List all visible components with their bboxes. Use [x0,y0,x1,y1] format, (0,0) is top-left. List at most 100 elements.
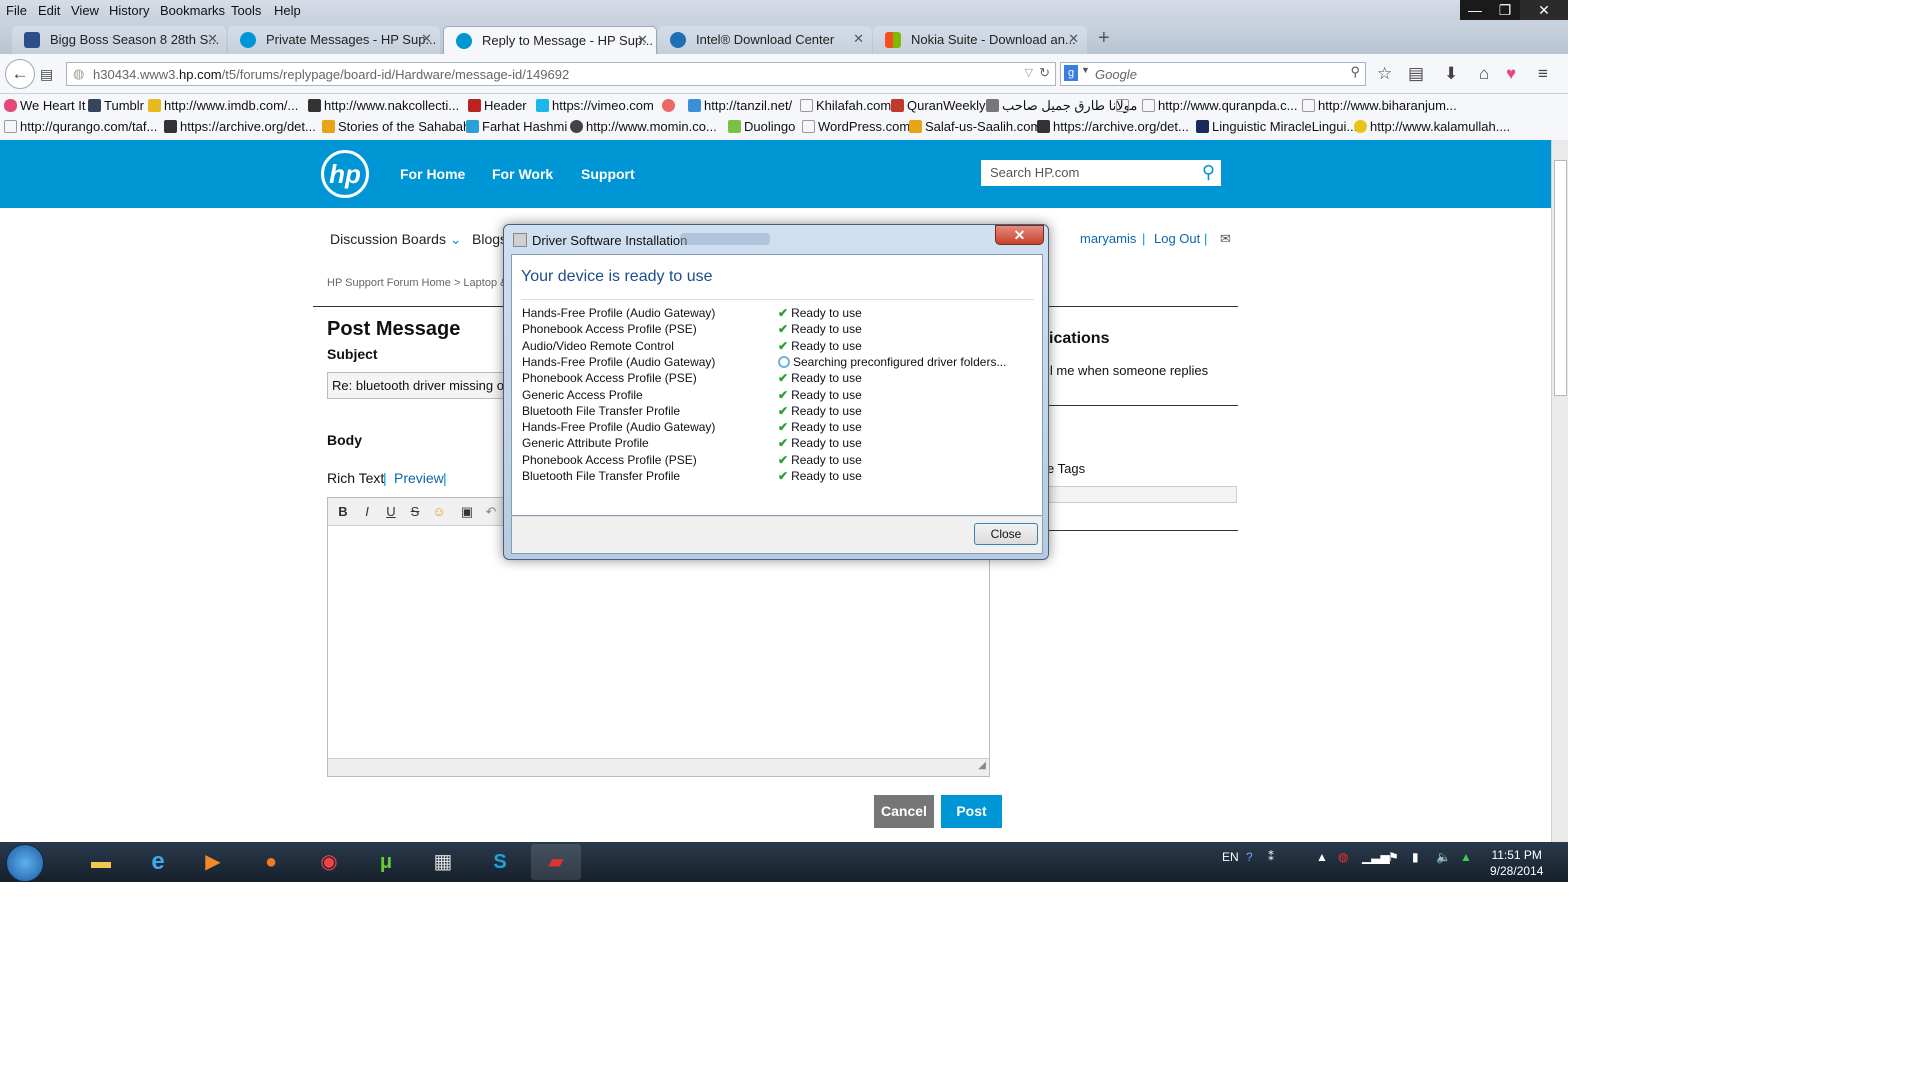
bookmark-item[interactable]: QuranWeekly [891,98,986,113]
bookmark-item[interactable]: We Heart It [4,98,86,113]
bookmark-item[interactable]: Stories of the Sahabah [322,119,470,134]
engine-dropdown-icon[interactable]: ▼ [1081,65,1090,75]
chrome-icon[interactable]: ◉ [304,844,354,880]
tab-close-icon[interactable]: ✕ [421,31,432,47]
show-hidden-icons[interactable]: ▲ [1316,850,1328,864]
battery-icon[interactable]: ▮ [1412,850,1419,864]
tab-close-icon[interactable]: ✕ [853,31,864,47]
search-input[interactable]: Google g ▼ ⚲ [1060,62,1366,86]
rich-text-tab[interactable]: Rich Text [327,470,384,486]
beats-audio-icon[interactable]: ◍ [1338,850,1348,864]
skype-icon[interactable]: S [475,844,525,880]
home-icon[interactable]: ⌂ [1479,64,1489,84]
ime-icon[interactable]: ⁑ [1268,850,1274,864]
bookmark-item[interactable]: http://www.biharanjum... [1302,98,1457,113]
signal-icon[interactable]: ▁▃▅ [1362,850,1390,864]
scrollbar-thumb[interactable] [1554,160,1567,396]
media-player-icon[interactable]: ▶ [188,844,238,880]
bookmark-item[interactable]: مولانا طارق جمیل صاحب [986,98,1137,114]
post-button[interactable]: Post [941,795,1002,828]
dropdown-icon[interactable]: ▽ [1025,66,1033,79]
dialog-close-button[interactable]: ✕ [995,225,1044,245]
bookmark-item[interactable]: Duolingo [728,119,795,134]
cancel-button[interactable]: Cancel [874,795,934,828]
hp-logo[interactable]: hp [321,150,369,198]
bookmark-item[interactable]: http://www.kalamullah.... [1354,119,1510,134]
help-icon[interactable]: ? [1246,850,1253,864]
bookmarks-list-icon[interactable]: ▤ [1408,64,1424,84]
bookmark-item[interactable]: WordPress.com [802,119,910,134]
window-close-button[interactable]: ✕ [1520,0,1568,20]
tab-bigg-boss[interactable]: Bigg Boss Season 8 28th S... ✕ [12,26,226,54]
menu-history[interactable]: History [109,3,149,18]
tab-close-icon[interactable]: ✕ [637,32,648,48]
undo-icon[interactable]: ↶ [480,502,502,522]
menu-file[interactable]: File [6,3,27,18]
italic-icon[interactable]: I [356,502,378,522]
bookmark-item[interactable] [1116,98,1132,113]
start-button[interactable] [6,844,44,882]
firefox-icon[interactable]: ● [246,844,296,880]
downloads-icon[interactable]: ⬇ [1444,64,1458,84]
menu-bookmarks[interactable]: Bookmarks [160,3,225,18]
tab-reply-to-message[interactable]: Reply to Message - HP Sup... ✕ [443,26,657,54]
email-me-option[interactable]: il me when someone replies [1047,363,1208,378]
blogs-link[interactable]: Blogs [472,231,507,247]
bookmark-item[interactable]: https://vimeo.com [536,98,654,113]
menu-help[interactable]: Help [274,3,301,18]
page-grid-icon[interactable]: ▤ [40,66,53,83]
discussion-boards-menu[interactable]: Discussion Boards ⌄ [330,231,462,248]
bookmark-item[interactable]: http://www.imdb.com/... [148,98,298,113]
bookmark-item[interactable]: https://archive.org/det... [1037,119,1189,134]
underline-icon[interactable]: U [380,502,402,522]
bookmark-item[interactable]: http://www.momin.co... [570,119,717,134]
bookmark-item[interactable]: Tumblr [88,98,144,113]
close-button[interactable]: Close [974,523,1038,545]
tab-intel-download[interactable]: Intel® Download Center ✕ [658,26,872,54]
internet-explorer-icon[interactable]: e [133,844,183,880]
breadcrumb[interactable]: HP Support Forum Home > Laptop & N [327,277,518,289]
reload-icon[interactable]: ↻ [1039,65,1050,81]
bookmark-item[interactable]: Linguistic MiracleLingui... [1196,119,1357,134]
preview-tab[interactable]: Preview [394,470,444,486]
new-tab-plus-icon[interactable]: + [1098,27,1110,50]
search-icon[interactable]: ⚲ [1350,64,1360,80]
bookmark-item[interactable] [662,98,678,113]
bookmark-item[interactable]: Header [468,98,527,113]
volume-icon[interactable]: 🔈 [1436,850,1451,864]
system-clock[interactable]: 11:51 PM 9/28/2014 [1490,847,1543,879]
bookmark-item[interactable]: http://tanzil.net/ [688,98,792,113]
heart-icon[interactable]: ♥ [1506,64,1516,84]
page-scrollbar[interactable] [1551,140,1568,842]
resize-handle-icon[interactable]: ◢ [978,760,986,771]
nav-for-work[interactable]: For Work [492,166,553,182]
menu-view[interactable]: View [71,3,99,18]
menu-edit[interactable]: Edit [38,3,60,18]
bookmark-item[interactable]: Salaf-us-Saalih.com [909,119,1041,134]
strikethrough-icon[interactable]: S [404,502,426,522]
username-link[interactable]: maryamis [1080,231,1136,246]
restore-button[interactable]: ❐ [1490,0,1520,20]
tab-private-messages[interactable]: Private Messages - HP Sup... ✕ [228,26,440,54]
file-explorer-icon[interactable]: ▬ [76,844,126,880]
minimize-button[interactable]: — [1460,0,1490,20]
bookmark-item[interactable]: http://www.quranpda.c... [1142,98,1297,113]
nav-support[interactable]: Support [581,166,635,182]
bold-icon[interactable]: B [332,502,354,522]
menu-tools[interactable]: Tools [231,3,261,18]
language-indicator[interactable]: EN [1222,850,1239,864]
search-icon[interactable]: ⚲ [1202,162,1215,183]
mail-icon[interactable]: ✉ [1220,231,1231,247]
back-button[interactable]: ← [5,59,35,89]
bookmark-item[interactable]: Khilafah.com [800,98,891,113]
hp-search-input[interactable]: Search HP.com ⚲ [981,160,1221,186]
bookmark-item[interactable]: http://qurango.com/taf... [4,119,157,134]
menu-hamburger-icon[interactable]: ≡ [1538,64,1548,84]
bookmark-item[interactable]: https://archive.org/det... [164,119,316,134]
utorrent-icon[interactable]: μ [361,844,411,880]
action-center-flag-icon[interactable]: ⚑ [1388,850,1399,864]
google-drive-icon[interactable]: ▲ [1460,850,1472,864]
tab-close-icon[interactable]: ✕ [207,31,218,47]
tab-nokia-suite[interactable]: Nokia Suite - Download an... ✕ [873,26,1087,54]
tab-close-icon[interactable]: ✕ [1068,31,1079,47]
